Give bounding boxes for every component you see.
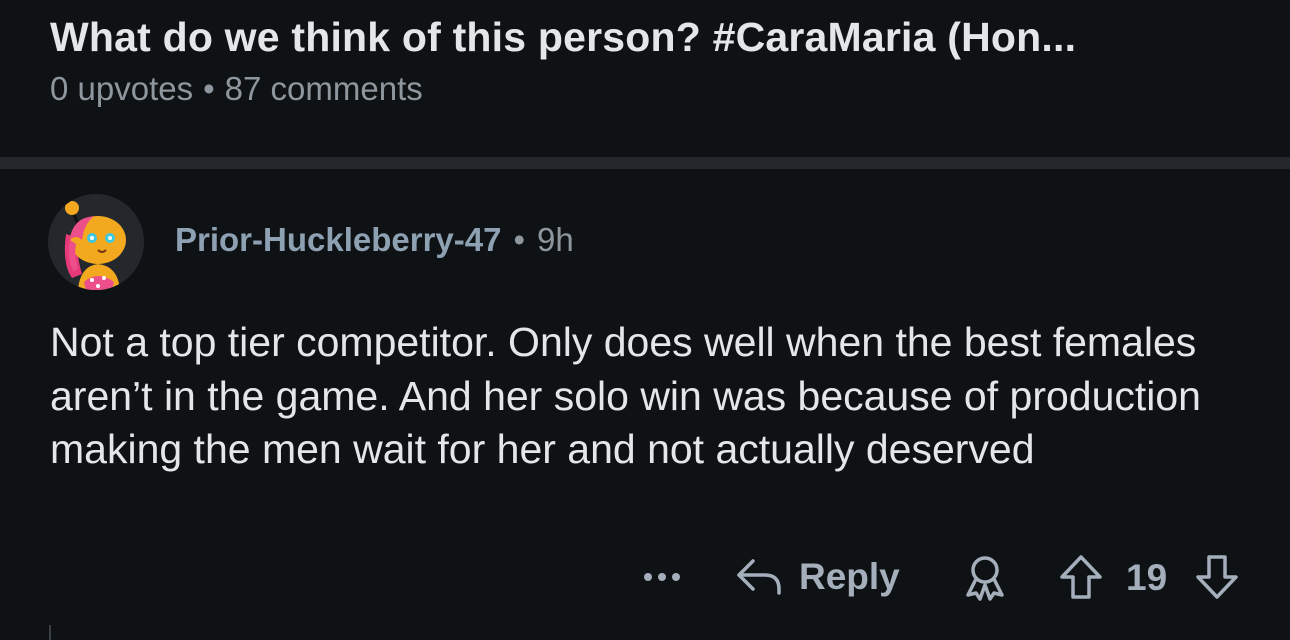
cartoon-avatar-icon[interactable] [48, 194, 144, 290]
ellipsis-icon[interactable] [640, 559, 684, 595]
post-meta: 0 upvotes • 87 comments [50, 70, 423, 108]
comment-age: 9h [537, 221, 574, 258]
upvote-arrow-icon[interactable] [1058, 553, 1104, 601]
meta-separator: • [513, 221, 526, 258]
reply-arrow-icon [735, 553, 783, 602]
comment-author[interactable]: Prior-Huckleberry-47 [175, 221, 501, 258]
post-title[interactable]: What do we think of this person? #CaraMa… [50, 14, 1076, 61]
post-header[interactable]: What do we think of this person? #CaraMa… [0, 0, 1290, 158]
vote-score: 19 [1126, 557, 1168, 598]
comment-actions: Reply 19 [0, 547, 1290, 607]
reply-label: Reply [799, 556, 900, 597]
meta-separator: • [203, 70, 215, 107]
downvote-arrow-icon[interactable] [1194, 553, 1240, 601]
comment: Prior-Huckleberry-47 • 9h Not a top tier c… [0, 169, 1290, 640]
comment-count: 87 comments [224, 70, 423, 107]
award-icon[interactable] [962, 553, 1008, 601]
upvote-count: 0 upvotes [50, 70, 194, 107]
reply-button[interactable]: Reply [735, 551, 900, 603]
comment-body: Not a top tier competitor. Only does wel… [50, 319, 1201, 472]
comment-meta: Prior-Huckleberry-47 • 9h [175, 221, 574, 259]
thread-line [49, 625, 51, 640]
section-divider [0, 157, 1290, 169]
